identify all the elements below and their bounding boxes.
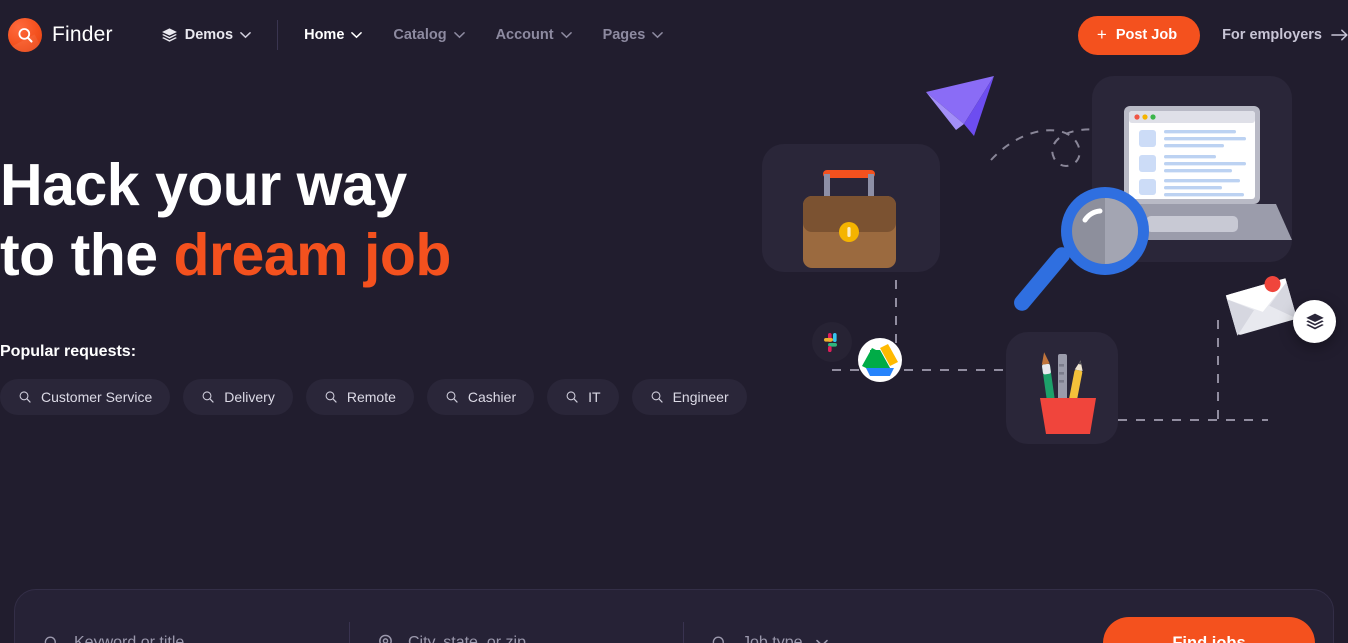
site-header: Finder Demos Home Catalog Account Pages … xyxy=(0,0,1348,70)
find-jobs-button[interactable]: Find jobs xyxy=(1103,617,1315,643)
nav-item-pages[interactable]: Pages xyxy=(603,19,695,51)
tag-delivery[interactable]: Delivery xyxy=(183,379,293,415)
tag-cashier[interactable]: Cashier xyxy=(426,379,535,415)
for-employers-link[interactable]: For employers xyxy=(1222,27,1348,43)
search-icon xyxy=(201,390,215,404)
job-type-value: Job type xyxy=(742,634,803,643)
hero-title-line2-prefix: to the xyxy=(0,222,174,288)
chevron-down-icon xyxy=(816,639,829,643)
nav-item-home-label: Home xyxy=(304,27,345,43)
envelope-icon xyxy=(1225,276,1297,336)
tag-engineer[interactable]: Engineer xyxy=(631,379,747,415)
nav-item-home[interactable]: Home xyxy=(304,19,393,51)
tag-label: Customer Service xyxy=(41,389,153,405)
nav-item-account[interactable]: Account xyxy=(496,19,603,51)
brand-logo[interactable]: Finder xyxy=(8,18,113,52)
slack-icon xyxy=(812,322,852,362)
keyword-field[interactable]: Keyword or title... xyxy=(15,620,349,643)
tag-remote[interactable]: Remote xyxy=(305,379,414,415)
search-icon xyxy=(711,635,728,643)
nav-demos-label: Demos xyxy=(184,27,234,43)
brand-name: Finder xyxy=(52,23,113,46)
keyword-input-placeholder: Keyword or title... xyxy=(74,634,198,643)
magnifier-icon xyxy=(1014,187,1149,311)
hero-illustration xyxy=(748,70,1348,570)
nav-item-catalog-label: Catalog xyxy=(393,27,447,43)
tag-label: Cashier xyxy=(467,389,517,405)
tag-label: Delivery xyxy=(224,389,275,405)
popular-requests-label: Popular requests: xyxy=(0,343,137,360)
location-input-placeholder: City, state, or zip... xyxy=(408,634,540,643)
laptop-icon xyxy=(1092,106,1292,240)
nav-item-pages-label: Pages xyxy=(602,27,646,43)
popular-requests-list: Customer Service Delivery Remote Cashier xyxy=(0,379,747,415)
map-pin-icon xyxy=(377,634,394,643)
search-icon xyxy=(18,390,32,404)
google-drive-icon xyxy=(858,338,902,382)
tag-label: Engineer xyxy=(672,389,729,405)
hero-title-line1: Hack your way xyxy=(0,152,407,218)
search-icon xyxy=(324,390,338,404)
nav-demos[interactable]: Demos xyxy=(161,27,277,44)
layers-icon xyxy=(1305,312,1325,332)
pencil-cup-icon xyxy=(1040,352,1096,434)
post-job-label: Post Job xyxy=(1115,27,1178,43)
tag-label: IT xyxy=(588,389,601,405)
nav-item-account-label: Account xyxy=(495,27,554,43)
search-icon xyxy=(445,390,459,404)
layers-icon xyxy=(161,27,178,44)
post-job-button[interactable]: + Post Job xyxy=(1077,15,1201,55)
chevron-down-icon xyxy=(560,31,572,39)
hero-title-accent: dream job xyxy=(173,222,451,288)
chevron-down-icon xyxy=(652,31,664,39)
location-field[interactable]: City, state, or zip... xyxy=(349,620,683,643)
tag-label: Remote xyxy=(346,389,396,405)
nav-item-catalog[interactable]: Catalog xyxy=(393,19,495,51)
header-divider xyxy=(277,20,279,50)
search-circle-icon xyxy=(8,18,42,52)
job-search-bar: Keyword or title... City, state, or zip.… xyxy=(14,589,1334,643)
for-employers-label: For employers xyxy=(1222,27,1322,43)
arrow-right-icon xyxy=(1331,29,1348,41)
search-icon xyxy=(650,390,664,404)
paper-plane-icon xyxy=(926,76,994,136)
plus-icon: + xyxy=(1096,24,1107,44)
primary-nav: Home Catalog Account Pages xyxy=(304,19,694,51)
chevron-down-icon xyxy=(240,31,251,39)
chevron-down-icon xyxy=(351,31,363,39)
page-root: Finder Demos Home Catalog Account Pages … xyxy=(0,0,1348,643)
tag-customer-service[interactable]: Customer Service xyxy=(0,379,171,415)
demo-switcher-fab[interactable] xyxy=(1293,300,1336,343)
chevron-down-icon xyxy=(453,31,465,39)
page-title: Hack your way to the dream job xyxy=(0,150,720,290)
header-actions: + Post Job For employers xyxy=(1077,15,1348,55)
job-type-select[interactable]: Job type xyxy=(683,620,1103,643)
tag-it[interactable]: IT xyxy=(547,379,619,415)
search-icon xyxy=(565,390,579,404)
hero-section: Hack your way to the dream job Popular r… xyxy=(0,150,747,415)
search-icon xyxy=(43,635,60,643)
briefcase-icon xyxy=(803,170,896,268)
